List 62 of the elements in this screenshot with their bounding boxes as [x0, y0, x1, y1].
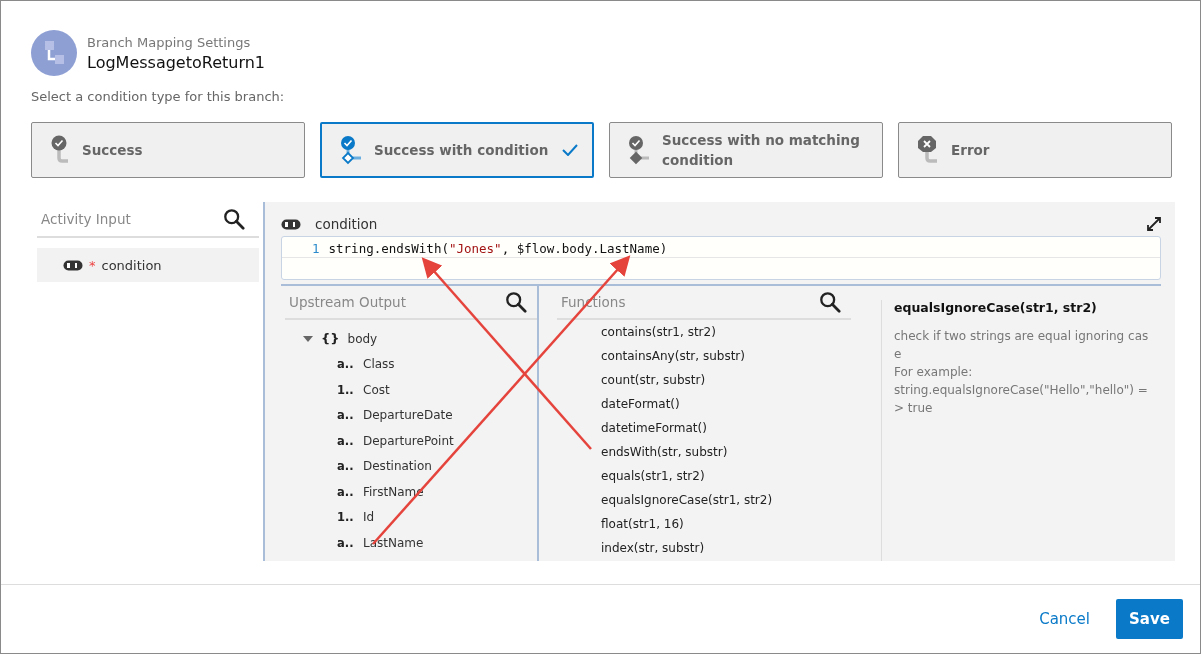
toggle-icon [63, 259, 83, 271]
field-name[interactable]: Id [363, 510, 375, 525]
input-label: condition [101, 257, 162, 273]
cancel-button[interactable]: Cancel [1033, 602, 1096, 636]
search-icon[interactable] [505, 291, 527, 313]
function-item[interactable]: count(str, substr) [539, 368, 851, 392]
condition-type-option[interactable]: Success with condition [320, 122, 594, 178]
function-item[interactable]: datetimeFormat() [539, 416, 851, 440]
condition-type-option[interactable]: Error [898, 122, 1172, 178]
function-item[interactable]: float(str1, 16) [539, 512, 851, 536]
field-name[interactable]: body [347, 331, 378, 346]
code-editor[interactable]: 1 string.endsWith("Jones", $flow.body.LastName) [281, 236, 1161, 280]
function-item[interactable]: equalsIgnoreCase(str1, str2) [539, 488, 851, 512]
type-glyph: a.. [337, 535, 355, 550]
error-branch-icon [917, 135, 939, 165]
field-name[interactable]: Destination [363, 459, 432, 474]
save-button[interactable]: Save [1116, 599, 1183, 639]
check-branch-icon [50, 135, 70, 165]
function-item[interactable]: containsAny(str, substr) [539, 344, 851, 368]
type-glyph: a.. [337, 357, 355, 372]
function-item[interactable]: endsWith(str, substr) [539, 440, 851, 464]
checkmark-icon [562, 144, 578, 156]
condition-type-option[interactable]: Success [31, 122, 305, 178]
required-mark: * [89, 257, 96, 273]
input-item[interactable]: * condition [37, 248, 259, 282]
dialog-title: LogMessagetoReturn1 [87, 52, 266, 72]
search-icon[interactable] [819, 291, 841, 313]
code-line: string.endsWith("Jones", $flow.body.LastName) [328, 240, 668, 256]
function-item[interactable]: contains(str1, str2) [539, 320, 851, 344]
type-glyph: a.. [337, 433, 355, 448]
type-glyph: a.. [337, 459, 355, 474]
expand-icon[interactable] [1147, 217, 1161, 231]
prompt-text: Select a condition type for this branch: [31, 89, 286, 104]
field-name[interactable]: Cost [363, 382, 390, 397]
type-glyph: 1.. [337, 382, 355, 397]
example-label: For example: [894, 364, 974, 381]
caret-down-icon[interactable] [303, 335, 313, 342]
toggle-icon [281, 218, 301, 230]
panel-title: Upstream Output [289, 294, 406, 310]
branch-avatar-icon [31, 30, 77, 76]
panel-title: Activity Input [41, 211, 131, 227]
field-name[interactable]: DeparturePoint [363, 433, 454, 448]
dialog-subtitle: Branch Mapping Settings [87, 34, 252, 50]
search-icon[interactable] [223, 208, 245, 230]
function-item[interactable]: index(str, substr) [539, 536, 851, 560]
check-diamond-icon [340, 135, 362, 165]
object-glyph: {} [321, 331, 340, 347]
type-glyph: 1.. [337, 510, 355, 525]
function-title: equalsIgnoreCase(str1, str2) [894, 300, 1098, 315]
example-code: string.equalsIgnoreCase("Hello","hello") => true [894, 382, 1149, 417]
function-item[interactable]: equals(str1, str2) [539, 464, 851, 488]
field-name[interactable]: Class [363, 357, 395, 372]
line-number: 1 [312, 240, 320, 256]
function-item[interactable]: dateFormat() [539, 392, 851, 416]
field-name[interactable]: LastName [363, 535, 424, 550]
function-description: check if two strings are equal ignoring case [894, 328, 1150, 363]
condition-type-option[interactable]: Success with no matching condition [609, 122, 883, 178]
type-glyph: a.. [337, 408, 355, 423]
type-glyph: a.. [337, 484, 355, 499]
field-name[interactable]: DepartureDate [363, 408, 453, 423]
check-diamond-icon [628, 135, 650, 165]
editor-label: condition [315, 216, 379, 232]
